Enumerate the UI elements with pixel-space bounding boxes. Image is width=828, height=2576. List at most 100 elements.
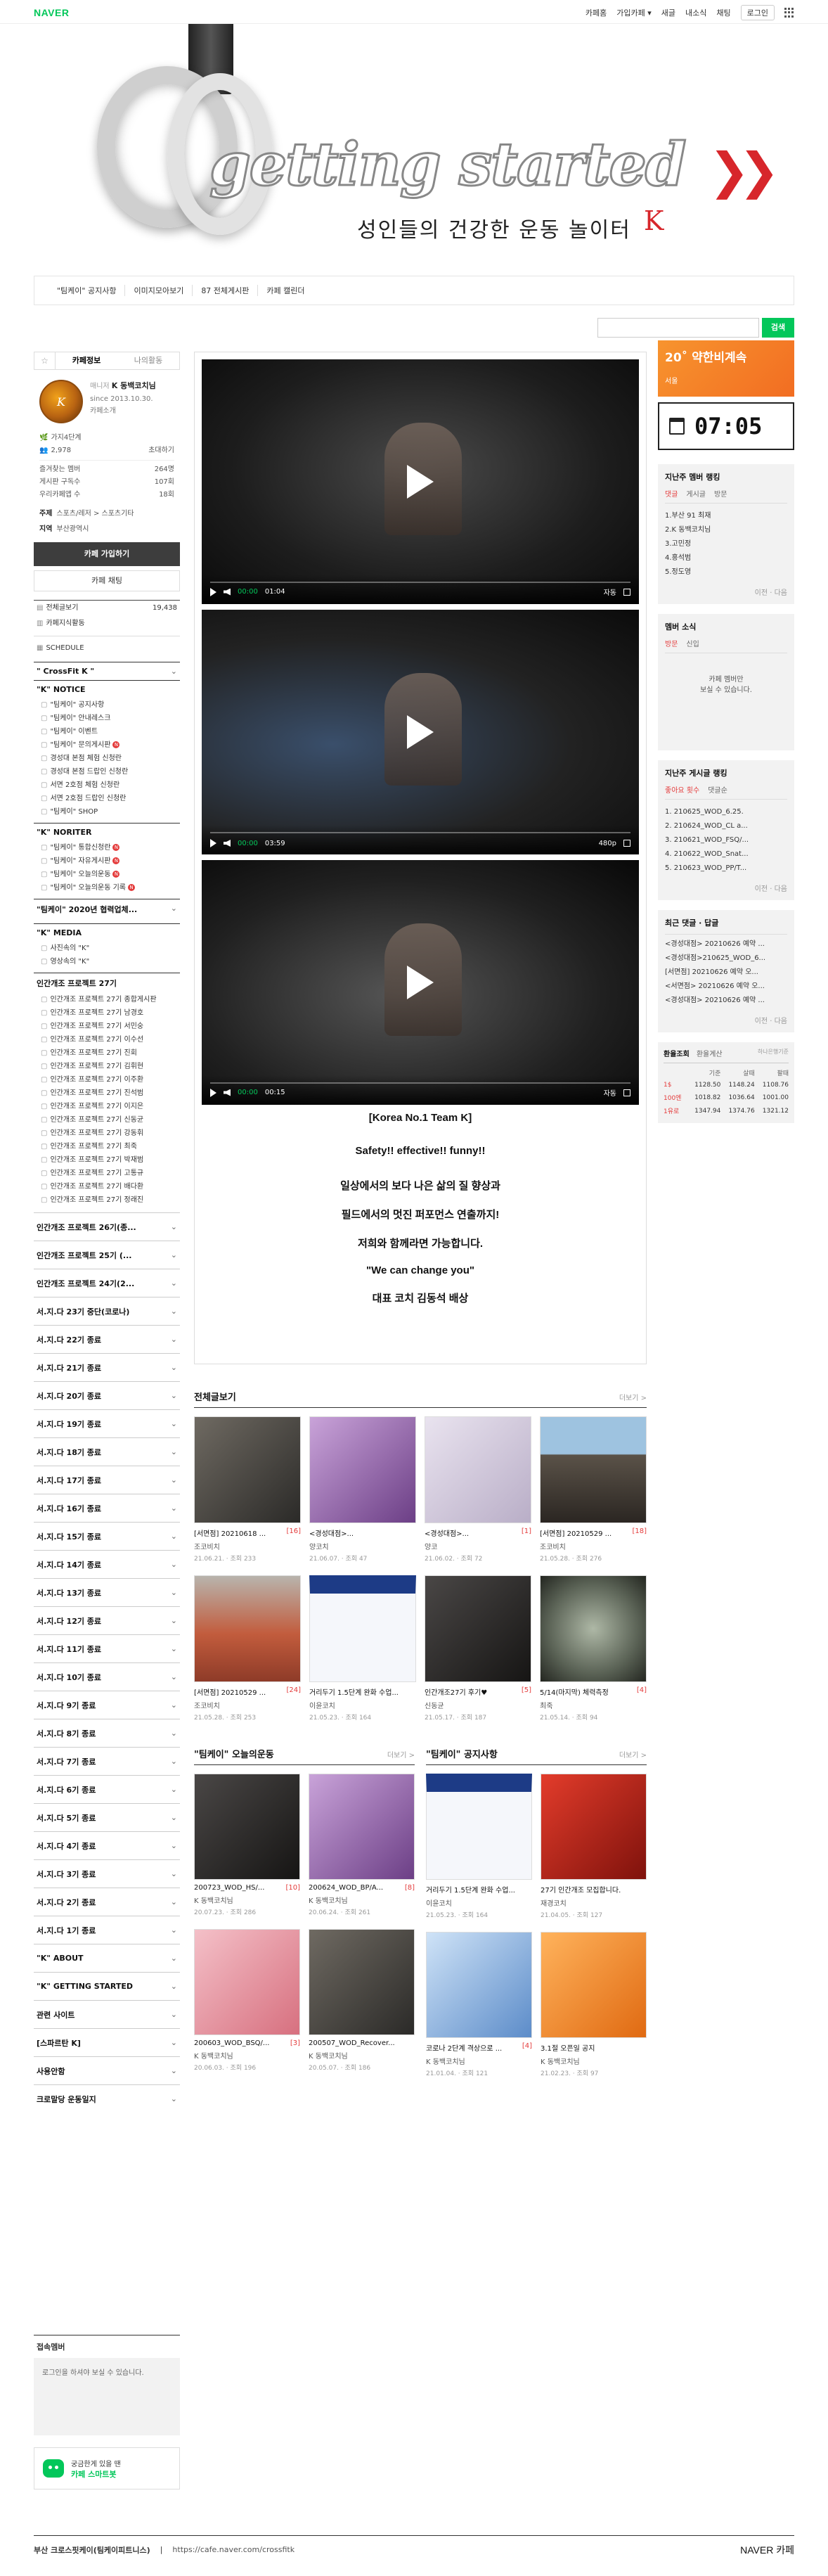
sidebar-board-item[interactable]: ▢ 서면 2호점 체험 신청란: [34, 778, 180, 792]
ranking-item[interactable]: 5.정도영: [665, 565, 787, 579]
post-writer[interactable]: K 동백코치님: [194, 2050, 300, 2061]
post-title[interactable]: [서면점] 20210529 ...: [540, 1527, 612, 1538]
post-thumbnail[interactable]: [426, 1774, 532, 1880]
sidebar-collapsed-group[interactable]: 서.지.다 11기 종료 ⌄: [34, 1634, 180, 1662]
sidebar-collapsed-group[interactable]: 서.지.다 19기 종료 ⌄: [34, 1409, 180, 1437]
album-card[interactable]: [서면점] 20210529 ... [18] 조코비치 21.05.28. · 조회…: [540, 1416, 647, 1563]
sidebar-collapsed-group[interactable]: 인간개조 프로젝트 26기(종... ⌄: [34, 1212, 180, 1241]
sidebar-collapsed-group[interactable]: 서.지.다 16기 종료 ⌄: [34, 1494, 180, 1522]
post-writer[interactable]: 이윤코치: [426, 1897, 532, 1908]
play-small-icon[interactable]: [210, 587, 216, 596]
sidebar-collapsed-group[interactable]: 인간개조 프로젝트 25기 (... ⌄: [34, 1241, 180, 1269]
more-link[interactable]: 더보기 >: [387, 1749, 415, 1760]
post-title[interactable]: <경성대점>...: [309, 1527, 354, 1538]
album-card[interactable]: [서면점] 20210618 ... [16] 조코비치 21.06.21. · 조회…: [194, 1416, 301, 1563]
sidebar-board-item[interactable]: ▢ 경성대 본점 드랍인 신청란: [34, 765, 180, 778]
sidebar-board-item[interactable]: ▢ 인간개조 프로젝트 27기 진석범: [34, 1087, 180, 1100]
post-title-row[interactable]: 27기 인간개조 모집합니다.: [541, 1884, 647, 1895]
video-quality[interactable]: 480p: [599, 840, 616, 847]
sidebar-board-item[interactable]: ▢ 사진속의 "K": [34, 942, 180, 955]
sidebar-board-item[interactable]: ▢ 경성대 본점 체험 신청란: [34, 752, 180, 765]
post-title-row[interactable]: 200603_WOD_BSQ/... [3]: [194, 2039, 300, 2047]
sidebar-collapsed-group[interactable]: 서.지.다 4기 종료 ⌄: [34, 1831, 180, 1859]
sidebar-collapsed-group[interactable]: 서.지.다 14기 종료 ⌄: [34, 1550, 180, 1578]
group-program[interactable]: "팀케이" 2020년 협력업체... ⌄: [34, 899, 180, 919]
post-title-row[interactable]: 200507_WOD_Recover...: [309, 2039, 415, 2047]
post-title-row[interactable]: [서면점] 20210618 ... [16]: [194, 1527, 301, 1538]
video-quality[interactable]: 자동: [604, 587, 616, 597]
sidebar-board-item[interactable]: ▢ 인간개조 프로젝트 27기 고통규: [34, 1167, 180, 1180]
sidebar-collapsed-group[interactable]: 서.지.다 3기 종료 ⌄: [34, 1859, 180, 1888]
sidebar-board-item[interactable]: ▢ 인간개조 프로젝트 27기 남경호: [34, 1006, 180, 1020]
weather-widget[interactable]: 20˚ 약한비계속 서울: [658, 340, 794, 397]
star-icon[interactable]: ☆: [34, 352, 56, 369]
ranking-item[interactable]: 2. 210624_WOD_CL a...: [665, 819, 787, 833]
sidebar-collapsed-group[interactable]: 서.지.다 1기 종료 ⌄: [34, 1916, 180, 1944]
gnb-cafe-home[interactable]: 카페홈: [586, 7, 607, 18]
post-title[interactable]: 200603_WOD_BSQ/...: [194, 2039, 269, 2047]
post-title[interactable]: 200723_WOD_HS/...: [194, 1884, 264, 1892]
cafe-intro-link[interactable]: 카페소개: [90, 404, 156, 415]
sidebar-collapsed-group[interactable]: 서.지.다 9기 종료 ⌄: [34, 1691, 180, 1719]
sidebar-board-item[interactable]: ▢ 인간개조 프로젝트 27기 종합게시판: [34, 993, 180, 1006]
sidebar-board-item[interactable]: ▢ "팀케이" 통합신청란 N: [34, 841, 180, 854]
ranking-item[interactable]: 3. 210621_WOD_FSQ/...: [665, 833, 787, 847]
post-writer[interactable]: K 동백코치님: [426, 2056, 532, 2066]
post-thumbnail[interactable]: [309, 1575, 416, 1682]
sidebar-collapsed-group[interactable]: 서.지.다 10기 종료 ⌄: [34, 1662, 180, 1691]
album-card[interactable]: 27기 인간개조 모집합니다. 재경코치 21.04.05. · 조회 127: [541, 1774, 647, 1919]
sidebar-collapsed-group[interactable]: 서.지.다 2기 종료 ⌄: [34, 1888, 180, 1916]
video-player[interactable]: 00:00 00:15 자동: [202, 860, 639, 1105]
gnb-my-news[interactable]: 내소식: [685, 7, 706, 18]
post-title-row[interactable]: 거리두기 1.5단계 완화 수업...: [426, 1884, 532, 1895]
ranking-item[interactable]: [서면점] 20210626 예약 오...: [665, 966, 787, 980]
sidebar-board-item[interactable]: ▢ 인간개조 프로젝트 27기 최죽: [34, 1140, 180, 1153]
post-writer[interactable]: 이윤코치: [309, 1700, 416, 1710]
video-quality[interactable]: 자동: [604, 1087, 616, 1098]
post-title[interactable]: 거리두기 1.5단계 완화 수업...: [309, 1686, 399, 1697]
ranking-item[interactable]: <경성대점> 20210626 예약 ...: [665, 937, 787, 951]
menu-calendar[interactable]: 카페 캘린더: [257, 285, 313, 296]
sidebar-collapsed-group[interactable]: 서.지.다 17기 종료 ⌄: [34, 1466, 180, 1494]
sidebar-collapsed-group[interactable]: 서.지.다 20기 종료 ⌄: [34, 1381, 180, 1409]
post-thumbnail[interactable]: [425, 1575, 531, 1682]
sidebar-collapsed-group[interactable]: 서.지.다 15기 종료 ⌄: [34, 1522, 180, 1550]
post-thumbnail[interactable]: [426, 1932, 532, 2038]
play-small-icon[interactable]: [210, 839, 216, 847]
fullscreen-icon[interactable]: [623, 588, 630, 596]
sidebar-collapsed-group[interactable]: "K" GETTING STARTED ⌄: [34, 1972, 180, 2000]
sidebar-board-item[interactable]: ▢ 인간개조 프로젝트 27기 배다환: [34, 1180, 180, 1193]
post-title[interactable]: 200507_WOD_Recover...: [309, 2039, 395, 2047]
menu-notice[interactable]: "팀케이" 공지사항: [48, 285, 124, 296]
notice-title[interactable]: "팀케이" 공지사항: [426, 1747, 498, 1760]
post-title-row[interactable]: [서면점] 20210529 ... [18]: [540, 1527, 647, 1538]
post-writer[interactable]: K 동백코치님: [309, 1895, 415, 1905]
board-knowledge[interactable]: ▥ 카페지식활동: [34, 616, 180, 632]
post-title[interactable]: 거리두기 1.5단계 완화 수업...: [426, 1884, 515, 1895]
sidebar-collapsed-group[interactable]: [스파르탄 K] ⌄: [34, 2028, 180, 2056]
sidebar-board-item[interactable]: ▢ 영상속의 "K": [34, 955, 180, 968]
schedule-link[interactable]: ▦ SCHEDULE: [34, 641, 180, 656]
group-noriter[interactable]: "K" NORITER: [34, 823, 180, 841]
sidebar-collapsed-group[interactable]: 인간개조 프로젝트 24기(2... ⌄: [34, 1269, 180, 1297]
post-title[interactable]: 200624_WOD_BP/A...: [309, 1884, 383, 1892]
post-thumbnail[interactable]: [194, 1774, 300, 1880]
group-project-27[interactable]: 인간개조 프로젝트 27기: [34, 973, 180, 993]
sidebar-collapsed-group[interactable]: 사용안함 ⌄: [34, 2056, 180, 2084]
post-thumbnail[interactable]: [194, 1575, 301, 1682]
post-writer[interactable]: 조코비치: [194, 1700, 301, 1710]
album-all-title[interactable]: 전체글보기: [194, 1390, 236, 1403]
post-title-row[interactable]: 거리두기 1.5단계 완화 수업...: [309, 1686, 416, 1697]
sidebar-collapsed-group[interactable]: 서.지.다 6기 종료 ⌄: [34, 1775, 180, 1803]
tab-cafe-info[interactable]: 카페정보: [56, 352, 117, 369]
video-progress-bar[interactable]: [210, 582, 630, 583]
video-progress-bar[interactable]: [210, 832, 630, 833]
sidebar-board-item[interactable]: ▢ 인간개조 프로젝트 27기 이주환: [34, 1073, 180, 1087]
album-card[interactable]: 200507_WOD_Recover... K 동백코치님 20.05.07. · …: [309, 1929, 415, 2072]
pager[interactable]: 이전 · 다음: [665, 883, 787, 893]
sidebar-board-item[interactable]: ▢ 인간개조 프로젝트 27기 서민숭: [34, 1020, 180, 1033]
album-card[interactable]: 3.1절 오픈일 공지 K 동백코치님 21.02.23. · 조회 97: [541, 1932, 647, 2077]
play-icon[interactable]: [407, 715, 434, 749]
post-thumbnail[interactable]: [194, 1929, 300, 2035]
video-player[interactable]: 00:00 03:59 480p: [202, 610, 639, 854]
